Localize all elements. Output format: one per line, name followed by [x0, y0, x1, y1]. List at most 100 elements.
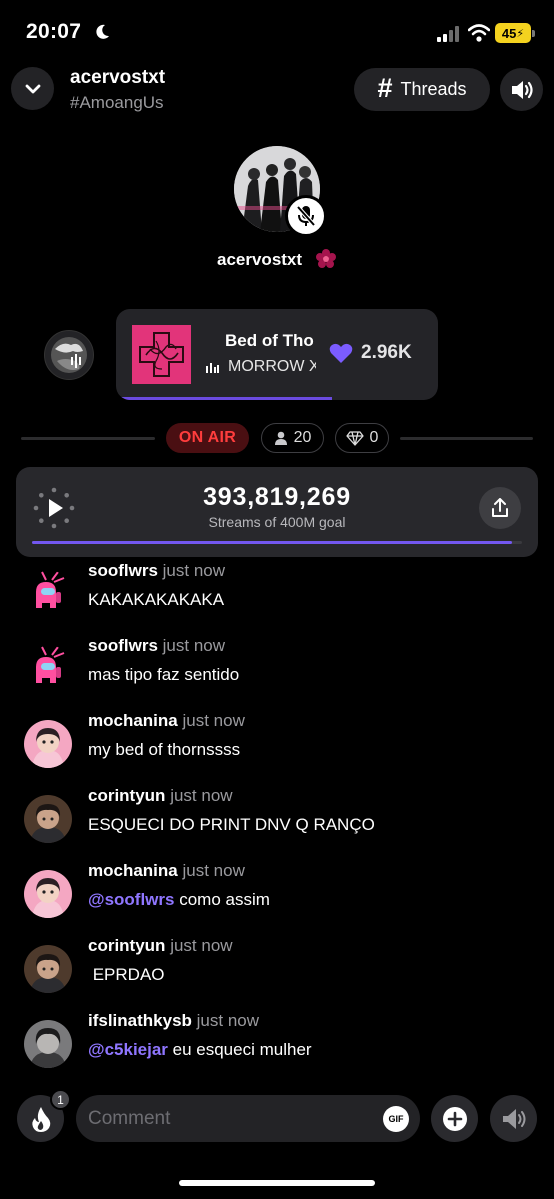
gems-count-pill[interactable]: 0 — [335, 423, 389, 453]
share-icon — [492, 498, 508, 517]
chat-message[interactable]: ifslinathkysb just now @c5kiejar eu esque… — [0, 1008, 554, 1083]
room-hashtag[interactable]: #AmoangUs — [70, 93, 164, 113]
chat-timestamp: just now — [182, 861, 245, 880]
listeners-count: 20 — [293, 429, 312, 446]
status-time: 20:07 — [26, 20, 82, 43]
loudspeaker-icon — [502, 1108, 525, 1129]
diamond-icon — [345, 430, 364, 446]
chat-message-body: mas tipo faz sentido — [88, 665, 240, 684]
chat-text: @sooflwrs como assim — [88, 890, 270, 910]
host-name[interactable]: acervostxt — [217, 250, 302, 270]
battery-indicator: 45 ⚡ — [495, 23, 535, 43]
room-title[interactable]: acervostxt — [70, 67, 165, 89]
goal-progress-track — [32, 541, 522, 544]
comment-box[interactable]: GIF — [76, 1095, 420, 1142]
chat-text: KAKAKAKAKAKA — [88, 590, 224, 610]
divider-left — [21, 437, 155, 440]
share-button[interactable] — [479, 487, 521, 529]
chat-text: my bed of thornssss — [88, 740, 240, 760]
stream-goal-label: Streams of 400M goal — [208, 514, 346, 530]
chat-mention[interactable]: @sooflwrs — [88, 890, 174, 909]
chevron-down-icon — [25, 84, 40, 93]
speaker-button[interactable] — [490, 1095, 537, 1142]
chat-mention[interactable]: @c5kiejar — [88, 1040, 168, 1059]
chat-message[interactable]: corintyun just now EPRDAO — [0, 933, 554, 1008]
chat-username[interactable]: corintyun just now — [88, 936, 233, 956]
chat-message[interactable]: mochanina just now @sooflwrs como assim — [0, 858, 554, 933]
add-button[interactable] — [431, 1095, 478, 1142]
album-art — [132, 325, 191, 384]
chat-message[interactable]: sooflwrs just now KAKAKAKAKAKA — [0, 558, 554, 633]
home-indicator — [179, 1180, 375, 1186]
chat-timestamp: just now — [196, 1011, 260, 1030]
chat-text: ESQUECI DO PRINT DNV Q RANÇO — [88, 815, 375, 835]
chat-username-text[interactable]: mochanina — [88, 711, 178, 730]
fire-icon — [31, 1106, 50, 1132]
stream-goal-card[interactable]: 393,819,269 Streams of 400M goal — [16, 467, 538, 557]
chat-message[interactable]: sooflwrs just now mas tipo faz sentido — [0, 633, 554, 708]
spinning-disc-icon — [51, 337, 87, 373]
chat-username-text[interactable]: ifslinathkysb — [88, 1011, 192, 1030]
user-avatar[interactable] — [24, 870, 72, 918]
threads-label: Threads — [400, 79, 467, 99]
fire-count-badge: 1 — [50, 1089, 71, 1110]
flower-badge-icon — [316, 249, 336, 268]
comment-input[interactable] — [88, 1095, 368, 1142]
charging-bolt-icon: ⚡ — [516, 27, 525, 40]
chat-timestamp: just now — [170, 936, 233, 955]
song-title: Bed of Tho — [225, 331, 314, 350]
chat-username[interactable]: sooflwrs just now — [88, 561, 225, 581]
heart-icon — [329, 343, 353, 363]
speaker-icon — [511, 80, 533, 99]
chat-timestamp: just now — [162, 561, 226, 580]
chat-timestamp: just now — [162, 636, 226, 655]
volume-button[interactable] — [500, 68, 543, 111]
chat-username[interactable]: mochanina just now — [88, 711, 245, 731]
chat-message[interactable]: corintyun just now ESQUECI DO PRINT DNV Q… — [0, 783, 554, 858]
chat-message[interactable]: mochanina just now my bed of thornssss — [0, 708, 554, 783]
gems-count: 0 — [369, 429, 379, 446]
chat-username[interactable]: mochanina just now — [88, 861, 245, 881]
chat-message-body: my bed of thornssss — [88, 740, 241, 759]
hashtag-icon: # — [377, 73, 393, 103]
user-avatar[interactable] — [24, 645, 72, 693]
collapse-button[interactable] — [11, 67, 54, 110]
chat-username[interactable]: sooflwrs just now — [88, 636, 225, 656]
chat-username-text[interactable]: sooflwrs — [88, 561, 158, 580]
user-avatar[interactable] — [24, 570, 72, 618]
user-avatar[interactable] — [24, 1020, 72, 1068]
now-playing-card[interactable]: Bed of Tho MORROW X 2.96K — [116, 309, 438, 400]
chat-message-body: EPRDAO — [88, 965, 165, 984]
user-avatar[interactable] — [24, 720, 72, 768]
threads-button[interactable]: # Threads — [354, 68, 490, 111]
host-muted-badge — [285, 195, 327, 237]
gif-button[interactable]: GIF — [383, 1106, 409, 1132]
mic-off-icon — [296, 205, 316, 227]
like-count: 2.96K — [361, 342, 412, 363]
goal-progress-fill — [32, 541, 513, 544]
chat-username[interactable]: corintyun just now — [88, 786, 233, 806]
chat-username-text[interactable]: corintyun — [88, 786, 165, 805]
chat-message-body: eu esqueci mulher — [167, 1040, 312, 1059]
song-progress-bar — [116, 397, 332, 400]
chat-username[interactable]: ifslinathkysb just now — [88, 1011, 259, 1031]
stream-count: 393,819,269 — [203, 483, 351, 511]
cellular-signal-icon — [437, 26, 459, 42]
status-bar: 20:07 45 ⚡ — [0, 0, 554, 64]
chat-username-text[interactable]: corintyun — [88, 936, 165, 955]
moon-icon — [96, 24, 109, 39]
chat-username-text[interactable]: mochanina — [88, 861, 178, 880]
song-artist: MORROW X — [228, 358, 316, 375]
chat-message-body: ESQUECI DO PRINT DNV Q RANÇO — [88, 815, 375, 834]
chat-message-body: como assim — [174, 890, 270, 909]
plus-circle-icon — [442, 1106, 467, 1131]
wifi-icon — [468, 24, 490, 42]
user-avatar[interactable] — [24, 945, 72, 993]
battery-level: 45 — [501, 25, 517, 41]
like-button[interactable]: 2.96K — [329, 342, 412, 364]
user-avatar[interactable] — [24, 795, 72, 843]
music-disc-button[interactable] — [44, 330, 94, 380]
chat-username-text[interactable]: sooflwrs — [88, 636, 158, 655]
person-icon — [274, 431, 287, 445]
listeners-count-pill[interactable]: 20 — [261, 423, 324, 453]
